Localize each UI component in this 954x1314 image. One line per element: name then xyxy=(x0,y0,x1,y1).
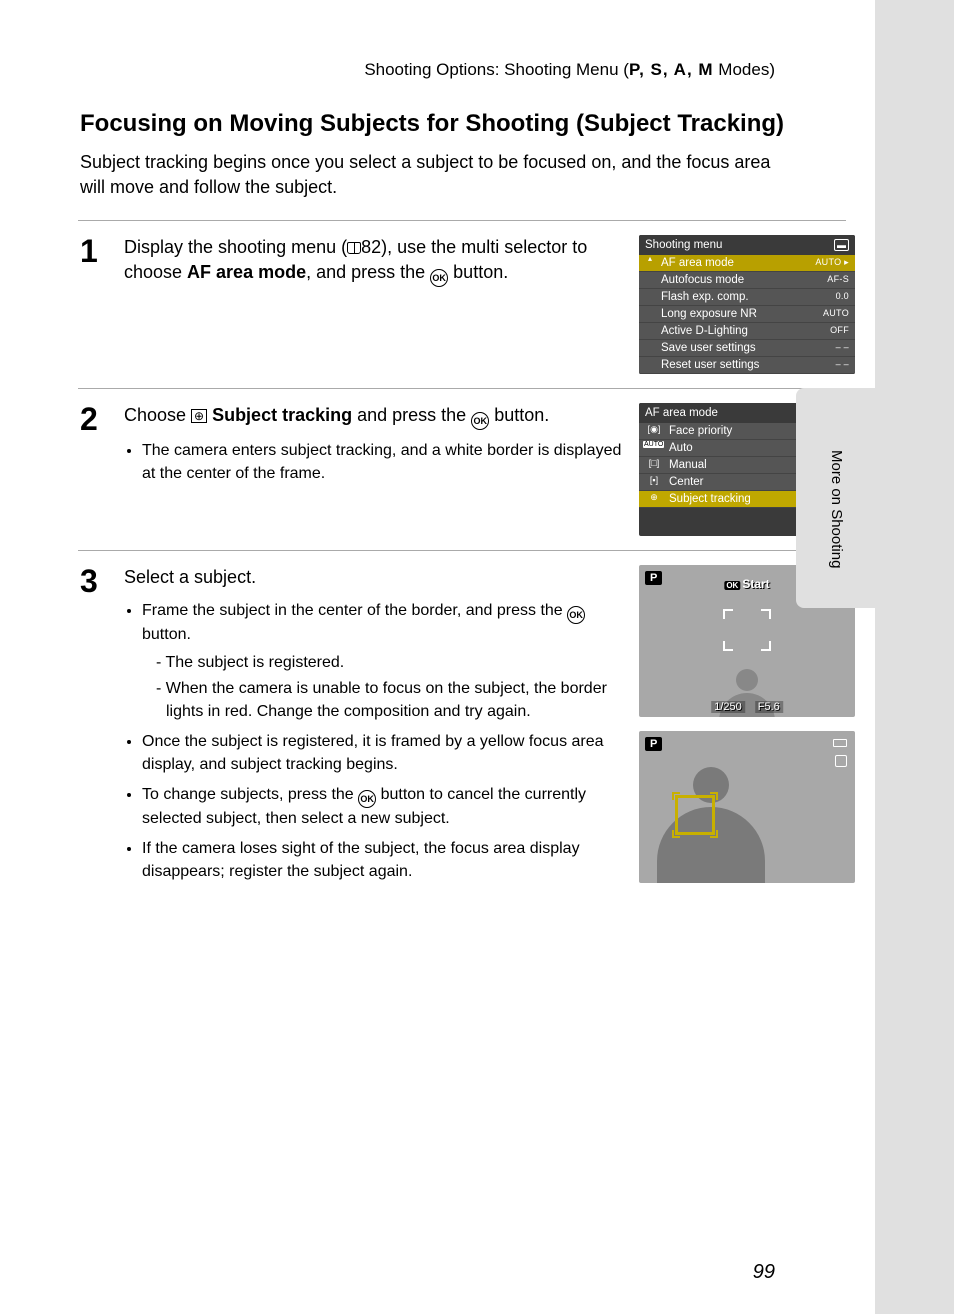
step-3-bullet-4: If the camera loses sight of the subject… xyxy=(142,838,629,883)
menu-row-af-area: AF area modeAUTO ▸ xyxy=(639,255,855,272)
focus-brackets xyxy=(723,609,771,651)
dash-registered: The subject is registered. xyxy=(156,652,629,674)
step-3: 3 Select a subject. Frame the subject in… xyxy=(80,565,875,897)
lcd-title-row: Shooting menu ▬ xyxy=(639,235,855,255)
shutter-speed: 1/250 xyxy=(711,701,745,713)
card-icon xyxy=(835,755,847,767)
lcd1-body: P AF area modeAUTO ▸ Autofocus modeAF-S … xyxy=(639,255,855,374)
yellow-focus-area xyxy=(675,795,715,835)
mode-p-badge: P xyxy=(645,571,662,585)
shooting-menu-title: Shooting menu xyxy=(645,239,722,251)
ok-button-icon: OK xyxy=(358,790,376,808)
step-3-dashes: The subject is registered. When the came… xyxy=(142,652,629,723)
step-3-body: Select a subject. Frame the subject in t… xyxy=(124,565,639,891)
step-number: 1 xyxy=(80,235,124,267)
step-number: 2 xyxy=(80,403,124,435)
start-label: OKStart xyxy=(724,577,769,591)
battery-icon xyxy=(833,739,847,747)
step-1-text: Display the shooting menu (82), use the … xyxy=(124,235,629,286)
subject-head-icon xyxy=(736,669,758,691)
camera-view-locked: P xyxy=(639,731,855,883)
side-section-label: More on Shooting xyxy=(828,450,845,568)
battery-icon: ▬ xyxy=(834,239,849,251)
divider xyxy=(78,388,846,389)
step-2-bullets: The camera enters subject tracking, and … xyxy=(124,440,629,485)
step-3-bullets: Frame the subject in the center of the b… xyxy=(124,600,629,884)
step-3-bullet-2: Once the subject is registered, it is fr… xyxy=(142,731,629,776)
divider xyxy=(78,550,846,551)
mode-p-badge: P xyxy=(645,737,662,751)
ok-button-icon: OK xyxy=(567,606,585,624)
subject-tracking-icon xyxy=(191,409,207,423)
face-priority-icon: [◉] xyxy=(643,424,665,435)
center-icon: [▪] xyxy=(643,475,665,485)
ok-badge: OK xyxy=(724,581,740,590)
page-number: 99 xyxy=(753,1261,775,1284)
manual-ref-icon xyxy=(347,242,361,254)
menu-row-save-user: Save user settings– – xyxy=(639,340,855,357)
step-1: 1 Display the shooting menu (82), use th… xyxy=(80,235,875,374)
menu-row-dlighting: Active D-LightingOFF xyxy=(639,323,855,340)
step-3-bullet-3: To change subjects, press the OK button … xyxy=(142,784,629,830)
step-1-screenshot: Shooting menu ▬ P AF area modeAUTO ▸ Aut… xyxy=(639,235,855,374)
step-3-bullet-1: Frame the subject in the center of the b… xyxy=(142,600,629,724)
aperture: F5.6 xyxy=(755,701,783,713)
manual-page: Shooting Options: Shooting Menu (P, S, A… xyxy=(0,0,875,1314)
step-2: 2 Choose Subject tracking and press the … xyxy=(80,403,875,536)
header-suffix: Modes) xyxy=(714,60,775,79)
divider xyxy=(78,220,846,221)
step-2-bullet-1: The camera enters subject tracking, and … xyxy=(142,440,629,485)
menu-row-long-exp: Long exposure NRAUTO xyxy=(639,306,855,323)
tracking-icon: ⊕ xyxy=(643,492,665,503)
step-number: 3 xyxy=(80,565,124,597)
manual-icon: [□] xyxy=(643,458,665,468)
step-2-text: Choose Subject tracking and press the OK… xyxy=(124,403,629,430)
menu-row-flash-exp: Flash exp. comp.0.0 xyxy=(639,289,855,306)
step-1-body: Display the shooting menu (82), use the … xyxy=(124,235,639,286)
intro-paragraph: Subject tracking begins once you select … xyxy=(80,150,875,200)
step-3-screenshots: P OKStart 1/250 F5.6 P xyxy=(639,565,855,897)
menu-row-reset-user: Reset user settings– – xyxy=(639,357,855,374)
page-title: Focusing on Moving Subjects for Shooting… xyxy=(80,110,875,138)
ok-button-icon: OK xyxy=(471,412,489,430)
header-prefix: Shooting Options: Shooting Menu ( xyxy=(364,60,629,79)
step-2-body: Choose Subject tracking and press the OK… xyxy=(124,403,639,493)
dash-red-border: When the camera is unable to focus on th… xyxy=(156,678,629,723)
auto-icon: AUTO xyxy=(643,441,664,448)
ok-button-icon: OK xyxy=(430,269,448,287)
step-3-text: Select a subject. xyxy=(124,565,629,589)
exposure-readout: 1/250 F5.6 xyxy=(711,701,783,713)
mode-letters: P, S, A, M xyxy=(629,60,714,79)
af-area-title: AF area mode xyxy=(645,407,718,419)
shooting-menu-lcd: Shooting menu ▬ P AF area modeAUTO ▸ Aut… xyxy=(639,235,855,374)
menu-row-autofocus: Autofocus modeAF-S xyxy=(639,272,855,289)
section-header: Shooting Options: Shooting Menu (P, S, A… xyxy=(80,60,875,80)
